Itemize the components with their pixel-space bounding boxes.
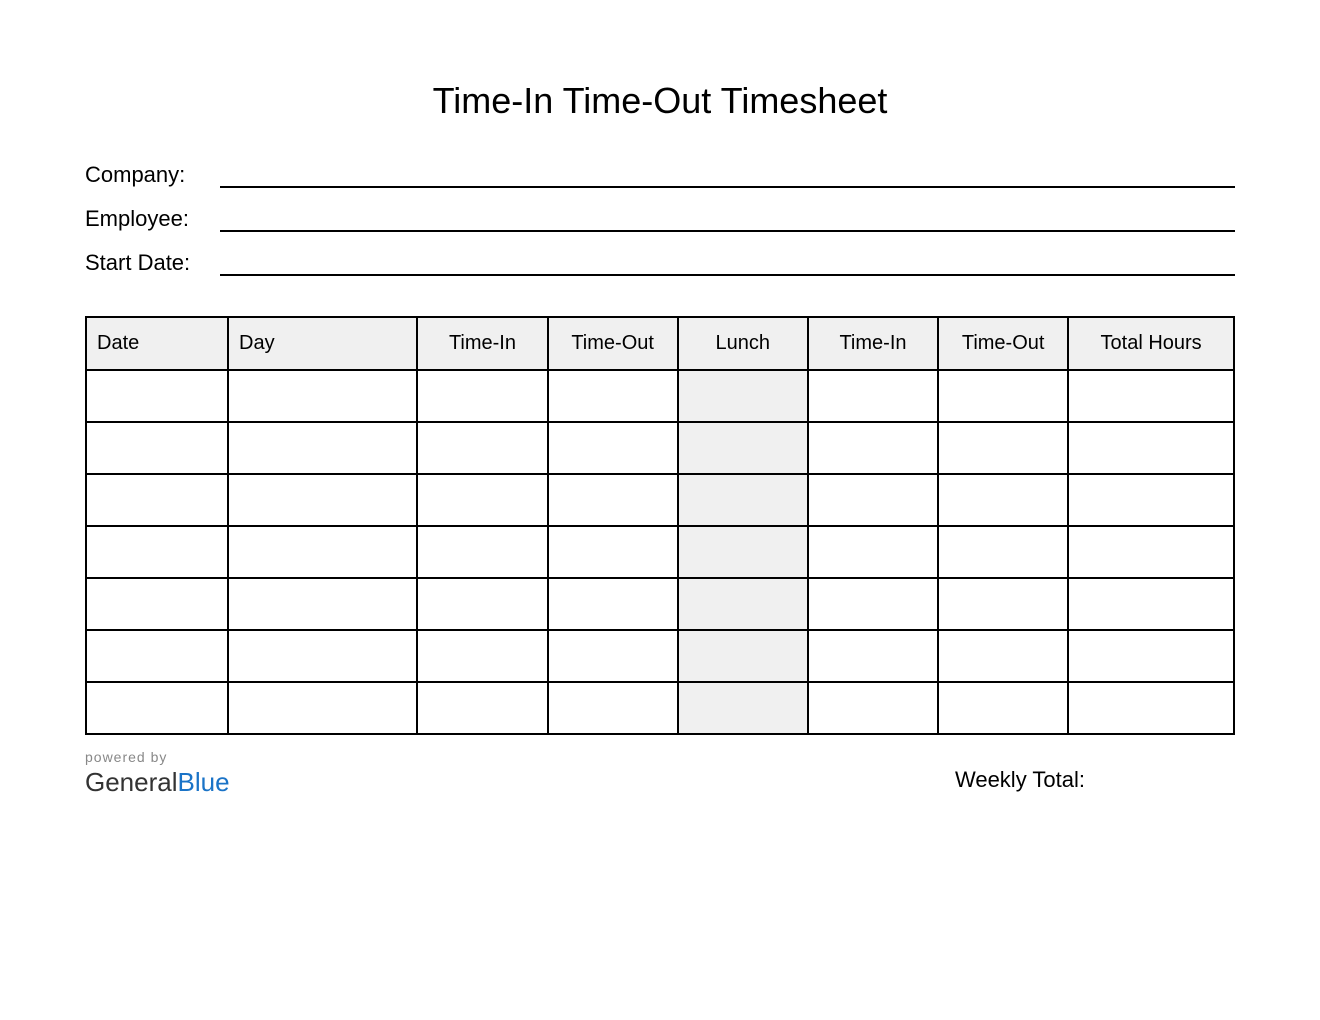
weekly-total: Weekly Total: [955,767,1085,793]
cell-time_out_1[interactable] [548,578,678,630]
cell-time_out_1[interactable] [548,474,678,526]
cell-total_hours[interactable] [1068,474,1234,526]
cell-day[interactable] [228,422,417,474]
cell-total_hours[interactable] [1068,630,1234,682]
brand-name: GeneralBlue [85,767,230,798]
cell-day[interactable] [228,526,417,578]
cell-total_hours[interactable] [1068,422,1234,474]
cell-time_in_1[interactable] [417,526,547,578]
cell-time_in_1[interactable] [417,474,547,526]
cell-time_out_1[interactable] [548,526,678,578]
cell-time_out_1[interactable] [548,682,678,734]
cell-time_in_2[interactable] [808,526,938,578]
cell-time_out_2[interactable] [938,578,1068,630]
table-row [86,422,1234,474]
table-header-row: Date Day Time-In Time-Out Lunch Time-In … [86,317,1234,370]
cell-time_in_1[interactable] [417,422,547,474]
cell-time_in_2[interactable] [808,370,938,422]
brand-block: powered by GeneralBlue [85,749,230,798]
cell-lunch[interactable] [678,422,808,474]
cell-lunch[interactable] [678,474,808,526]
table-row [86,682,1234,734]
cell-time_in_2[interactable] [808,630,938,682]
cell-time_out_1[interactable] [548,422,678,474]
start-date-label: Start Date: [85,250,215,276]
cell-date[interactable] [86,370,228,422]
table-row [86,630,1234,682]
cell-lunch[interactable] [678,578,808,630]
brand-general: General [85,767,178,797]
cell-day[interactable] [228,370,417,422]
cell-time_in_2[interactable] [808,682,938,734]
header-date: Date [86,317,228,370]
cell-date[interactable] [86,526,228,578]
cell-date[interactable] [86,630,228,682]
start-date-row: Start Date: [85,250,1235,276]
header-lunch: Lunch [678,317,808,370]
cell-date[interactable] [86,422,228,474]
employee-field[interactable] [220,206,1235,232]
info-section: Company: Employee: Start Date: [85,162,1235,276]
cell-time_in_2[interactable] [808,422,938,474]
employee-row: Employee: [85,206,1235,232]
header-total-hours: Total Hours [1068,317,1234,370]
cell-time_out_2[interactable] [938,630,1068,682]
cell-time_out_2[interactable] [938,474,1068,526]
weekly-total-label: Weekly Total: [955,767,1085,792]
table-row [86,474,1234,526]
cell-total_hours[interactable] [1068,526,1234,578]
cell-lunch[interactable] [678,526,808,578]
cell-day[interactable] [228,630,417,682]
company-field[interactable] [220,162,1235,188]
header-time-out-2: Time-Out [938,317,1068,370]
employee-label: Employee: [85,206,215,232]
cell-lunch[interactable] [678,370,808,422]
table-row [86,526,1234,578]
company-row: Company: [85,162,1235,188]
cell-time_out_2[interactable] [938,370,1068,422]
cell-time_out_2[interactable] [938,526,1068,578]
cell-lunch[interactable] [678,630,808,682]
cell-date[interactable] [86,682,228,734]
company-label: Company: [85,162,215,188]
start-date-field[interactable] [220,250,1235,276]
cell-time_out_1[interactable] [548,630,678,682]
page-title: Time-In Time-Out Timesheet [85,80,1235,122]
cell-time_out_2[interactable] [938,422,1068,474]
table-row [86,370,1234,422]
cell-time_in_1[interactable] [417,682,547,734]
header-time-in-2: Time-In [808,317,938,370]
cell-time_out_1[interactable] [548,370,678,422]
cell-time_in_1[interactable] [417,630,547,682]
cell-lunch[interactable] [678,682,808,734]
cell-day[interactable] [228,474,417,526]
header-time-out-1: Time-Out [548,317,678,370]
brand-blue: Blue [178,767,230,797]
cell-total_hours[interactable] [1068,370,1234,422]
cell-date[interactable] [86,578,228,630]
cell-time_out_2[interactable] [938,682,1068,734]
cell-day[interactable] [228,578,417,630]
cell-day[interactable] [228,682,417,734]
cell-time_in_2[interactable] [808,474,938,526]
powered-by-text: powered by [85,749,230,765]
cell-total_hours[interactable] [1068,682,1234,734]
cell-total_hours[interactable] [1068,578,1234,630]
cell-time_in_2[interactable] [808,578,938,630]
cell-date[interactable] [86,474,228,526]
timesheet-table: Date Day Time-In Time-Out Lunch Time-In … [85,316,1235,735]
cell-time_in_1[interactable] [417,370,547,422]
header-day: Day [228,317,417,370]
cell-time_in_1[interactable] [417,578,547,630]
table-row [86,578,1234,630]
footer: powered by GeneralBlue Weekly Total: [85,749,1235,798]
header-time-in-1: Time-In [417,317,547,370]
